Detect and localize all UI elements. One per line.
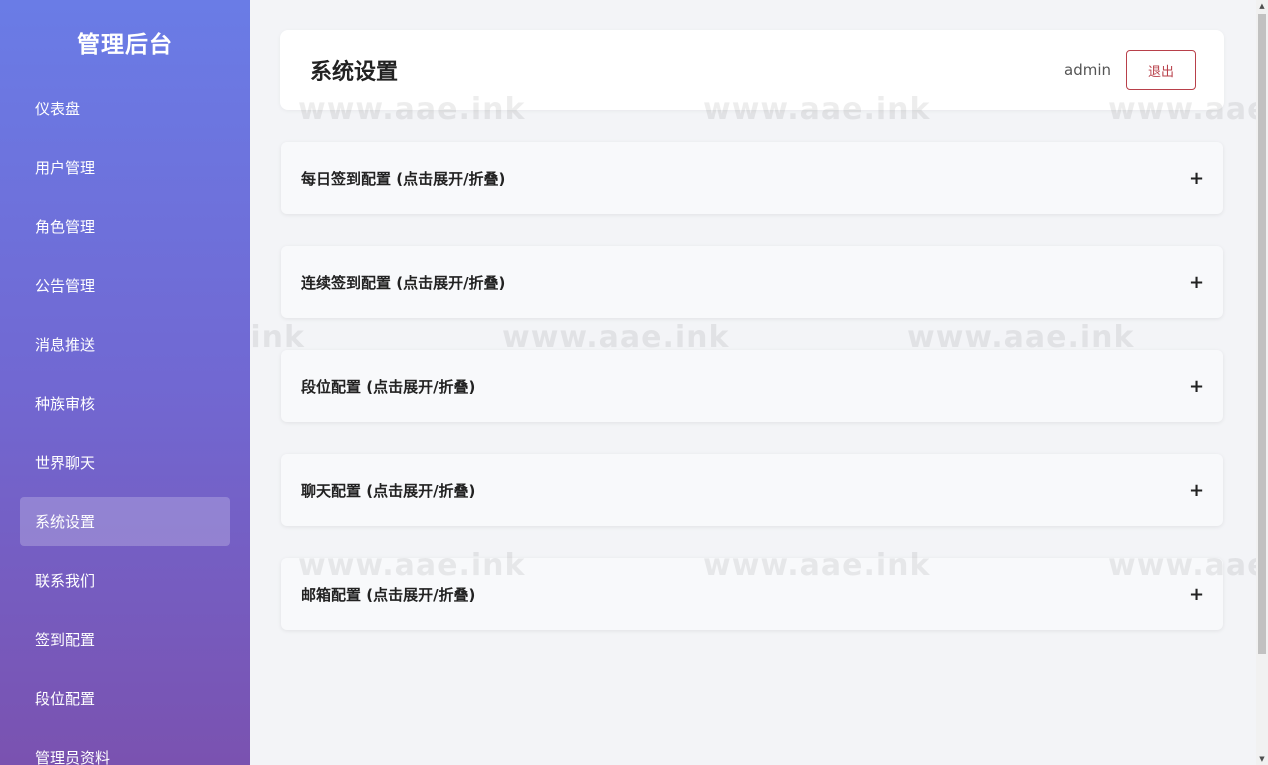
logout-button[interactable]: 退出 (1126, 50, 1196, 90)
page-scrollbar[interactable]: ▲ ▼ (1256, 0, 1268, 765)
expand-icon[interactable]: + (1189, 584, 1204, 605)
sidebar: 管理后台 仪表盘 用户管理 角色管理 公告管理 消息推送 种族审核 世界聊天 系… (0, 0, 250, 765)
sidebar-item-admin-profile[interactable]: 管理员资料 (20, 733, 230, 765)
sidebar-item-announcements[interactable]: 公告管理 (20, 261, 230, 310)
section-streak-checkin[interactable]: 连续签到配置 (点击展开/折叠) + (281, 246, 1223, 318)
sidebar-item-checkin-config[interactable]: 签到配置 (20, 615, 230, 664)
scroll-up-arrow-icon[interactable]: ▲ (1256, 0, 1268, 12)
section-daily-checkin[interactable]: 每日签到配置 (点击展开/折叠) + (281, 142, 1223, 214)
section-label: 每日签到配置 (点击展开/折叠) (301, 169, 506, 188)
expand-icon[interactable]: + (1189, 480, 1204, 501)
expand-icon[interactable]: + (1189, 168, 1204, 189)
section-label: 连续签到配置 (点击展开/折叠) (301, 273, 506, 292)
sidebar-item-race-review[interactable]: 种族审核 (20, 379, 230, 428)
sidebar-item-rank-config[interactable]: 段位配置 (20, 674, 230, 723)
sidebar-item-roles[interactable]: 角色管理 (20, 202, 230, 251)
section-rank[interactable]: 段位配置 (点击展开/折叠) + (281, 350, 1223, 422)
scroll-down-arrow-icon[interactable]: ▼ (1256, 753, 1268, 765)
main-content: 系统设置 admin 退出 每日签到配置 (点击展开/折叠) + 连续签到配置 … (250, 0, 1256, 765)
section-email[interactable]: 邮箱配置 (点击展开/折叠) + (281, 558, 1223, 630)
section-label: 聊天配置 (点击展开/折叠) (301, 481, 476, 500)
sidebar-item-world-chat[interactable]: 世界聊天 (20, 438, 230, 487)
page-title: 系统设置 (310, 60, 399, 85)
sidebar-item-settings[interactable]: 系统设置 (20, 497, 230, 546)
current-user: admin (1064, 61, 1111, 79)
scrollbar-thumb[interactable] (1258, 14, 1266, 654)
section-label: 邮箱配置 (点击展开/折叠) (301, 585, 476, 604)
sidebar-nav: 仪表盘 用户管理 角色管理 公告管理 消息推送 种族审核 世界聊天 系统设置 联… (0, 84, 250, 765)
sidebar-item-users[interactable]: 用户管理 (20, 143, 230, 192)
sidebar-item-contact[interactable]: 联系我们 (20, 556, 230, 605)
brand-title: 管理后台 (77, 32, 173, 58)
sidebar-item-dashboard[interactable]: 仪表盘 (20, 84, 230, 133)
expand-icon[interactable]: + (1189, 272, 1204, 293)
sidebar-item-push[interactable]: 消息推送 (20, 320, 230, 369)
section-chat[interactable]: 聊天配置 (点击展开/折叠) + (281, 454, 1223, 526)
expand-icon[interactable]: + (1189, 376, 1204, 397)
page-header: 系统设置 admin 退出 (280, 30, 1224, 110)
section-label: 段位配置 (点击展开/折叠) (301, 377, 476, 396)
